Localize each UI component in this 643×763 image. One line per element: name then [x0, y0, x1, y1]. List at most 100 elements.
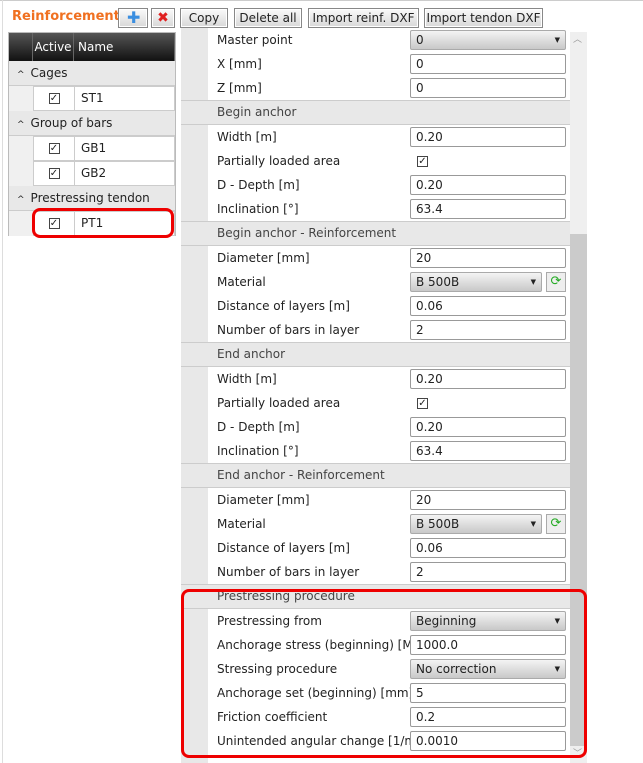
refresh-material-button[interactable]: ⟳ [546, 514, 566, 534]
property-row: Distance of layers [m] 0.06 [181, 536, 570, 560]
property-value: B 500B [416, 517, 460, 531]
property-value: 0.06 [416, 299, 443, 313]
tree-item[interactable]: ✓ GB1 [9, 136, 175, 161]
refresh-material-button[interactable]: ⟳ [546, 272, 566, 292]
dropdown-arrow-icon[interactable]: ▼ [531, 515, 536, 533]
property-input[interactable]: 63.4 [410, 199, 566, 219]
tree-group[interactable]: ^ Cages [9, 61, 175, 86]
property-row: Material B 500B ▼ ⟳ [181, 512, 570, 536]
property-input[interactable]: 2 [410, 562, 566, 582]
property-value: 63.4 [416, 202, 443, 216]
left-border [2, 0, 3, 763]
copy-button[interactable]: Copy [180, 8, 228, 28]
section-header[interactable]: End anchor [181, 342, 570, 367]
property-input[interactable]: 0 [410, 54, 566, 74]
add-button[interactable]: ✚ [118, 8, 148, 28]
import-reinf-dxf-button[interactable]: Import reinf. DXF [308, 8, 419, 28]
property-label: Inclination [°] [217, 444, 299, 458]
tree-item-gap [9, 136, 33, 161]
property-checkbox[interactable]: ✓ [417, 397, 428, 409]
active-checkbox[interactable]: ✓ [48, 93, 60, 104]
property-row: Partially loaded area ✓ [181, 149, 570, 173]
property-value: 0.06 [416, 541, 443, 555]
property-label: Width [m] [217, 372, 277, 386]
dropdown-arrow-icon[interactable]: ▼ [555, 31, 560, 49]
property-input[interactable]: 20 [410, 248, 566, 268]
property-label: Diameter [mm] [217, 493, 310, 507]
item-name[interactable]: ST1 [74, 86, 175, 111]
property-dropdown[interactable]: B 500B ▼ [410, 514, 542, 534]
property-row: Number of bars in layer 2 [181, 560, 570, 584]
header-blank [9, 33, 33, 61]
header-active[interactable]: Active [33, 33, 74, 61]
scroll-up-icon[interactable]: ︿ [573, 32, 582, 45]
property-input[interactable]: 20 [410, 490, 566, 510]
property-checkbox[interactable]: ✓ [417, 155, 428, 167]
property-row: Partially loaded area ✓ [181, 391, 570, 415]
top-border [0, 0, 643, 2]
property-label: X [mm] [217, 57, 262, 71]
property-label: Material [217, 517, 266, 531]
property-label: Inclination [°] [217, 202, 299, 216]
red-x-icon: ✖ [157, 10, 169, 26]
tree-item[interactable]: ✓ GB2 [9, 161, 175, 186]
import-tendon-dxf-button[interactable]: Import tendon DXF [424, 8, 543, 28]
property-label: Material [217, 275, 266, 289]
tree-item-gap [9, 211, 33, 236]
group-label: Group of bars [30, 116, 113, 130]
active-checkbox[interactable]: ✓ [48, 143, 60, 154]
property-input[interactable]: 0.20 [410, 127, 566, 147]
active-cell: ✓ [33, 161, 74, 186]
active-checkbox[interactable]: ✓ [48, 168, 60, 179]
tree-item[interactable]: ✓ ST1 [9, 86, 175, 111]
property-value: 0.20 [416, 178, 443, 192]
item-name[interactable]: GB1 [74, 136, 175, 161]
property-label: D - Depth [m] [217, 178, 300, 192]
property-dropdown[interactable]: B 500B ▼ [410, 272, 542, 292]
property-input[interactable]: 0.20 [410, 417, 566, 437]
dropdown-arrow-icon[interactable]: ▼ [531, 273, 536, 291]
tree-header: Active Name [9, 33, 175, 61]
property-input[interactable]: 0.20 [410, 175, 566, 195]
property-row: D - Depth [m] 0.20 [181, 415, 570, 439]
delete-all-button[interactable]: Delete all [234, 8, 302, 28]
group-label: Prestressing tendon [30, 191, 150, 205]
property-input[interactable]: 0.06 [410, 538, 566, 558]
property-value: 0.20 [416, 130, 443, 144]
property-value: 0 [416, 81, 424, 95]
tree-item-gap [9, 161, 33, 186]
property-label: Diameter [mm] [217, 251, 310, 265]
item-name[interactable]: GB2 [74, 161, 175, 186]
tree-group[interactable]: ^ Group of bars [9, 111, 175, 136]
property-row: Width [m] 0.20 [181, 367, 570, 391]
section-header[interactable]: Begin anchor - Reinforcement [181, 221, 570, 246]
chevron-up-icon[interactable]: ^ [17, 195, 25, 205]
property-row: Diameter [mm] 20 [181, 246, 570, 270]
chevron-up-icon[interactable]: ^ [17, 70, 25, 80]
property-input[interactable]: 63.4 [410, 441, 566, 461]
header-name[interactable]: Name [74, 33, 175, 61]
section-header[interactable]: Begin anchor [181, 100, 570, 125]
property-value: 2 [416, 323, 424, 337]
group-label: Cages [30, 66, 68, 80]
property-input[interactable]: 0 [410, 78, 566, 98]
property-value: B 500B [416, 275, 460, 289]
section-header[interactable]: End anchor - Reinforcement [181, 463, 570, 488]
property-label: Distance of layers [m] [217, 541, 350, 555]
property-input[interactable]: 2 [410, 320, 566, 340]
property-row: Inclination [°] 63.4 [181, 197, 570, 221]
property-value: 0.20 [416, 372, 443, 386]
delete-button[interactable]: ✖ [151, 8, 175, 28]
property-value: 0 [416, 57, 424, 71]
property-dropdown[interactable]: 0 ▼ [410, 30, 566, 50]
chevron-up-icon[interactable]: ^ [17, 120, 25, 130]
property-value: 0.20 [416, 420, 443, 434]
property-value: 0 [416, 33, 424, 47]
plus-icon: ✚ [127, 8, 141, 27]
property-label: D - Depth [m] [217, 420, 300, 434]
property-input[interactable]: 0.20 [410, 369, 566, 389]
panel-title: Reinforcement [12, 9, 120, 24]
highlight-prestressing-procedure [181, 589, 587, 758]
property-label: Partially loaded area [217, 154, 341, 168]
property-input[interactable]: 0.06 [410, 296, 566, 316]
